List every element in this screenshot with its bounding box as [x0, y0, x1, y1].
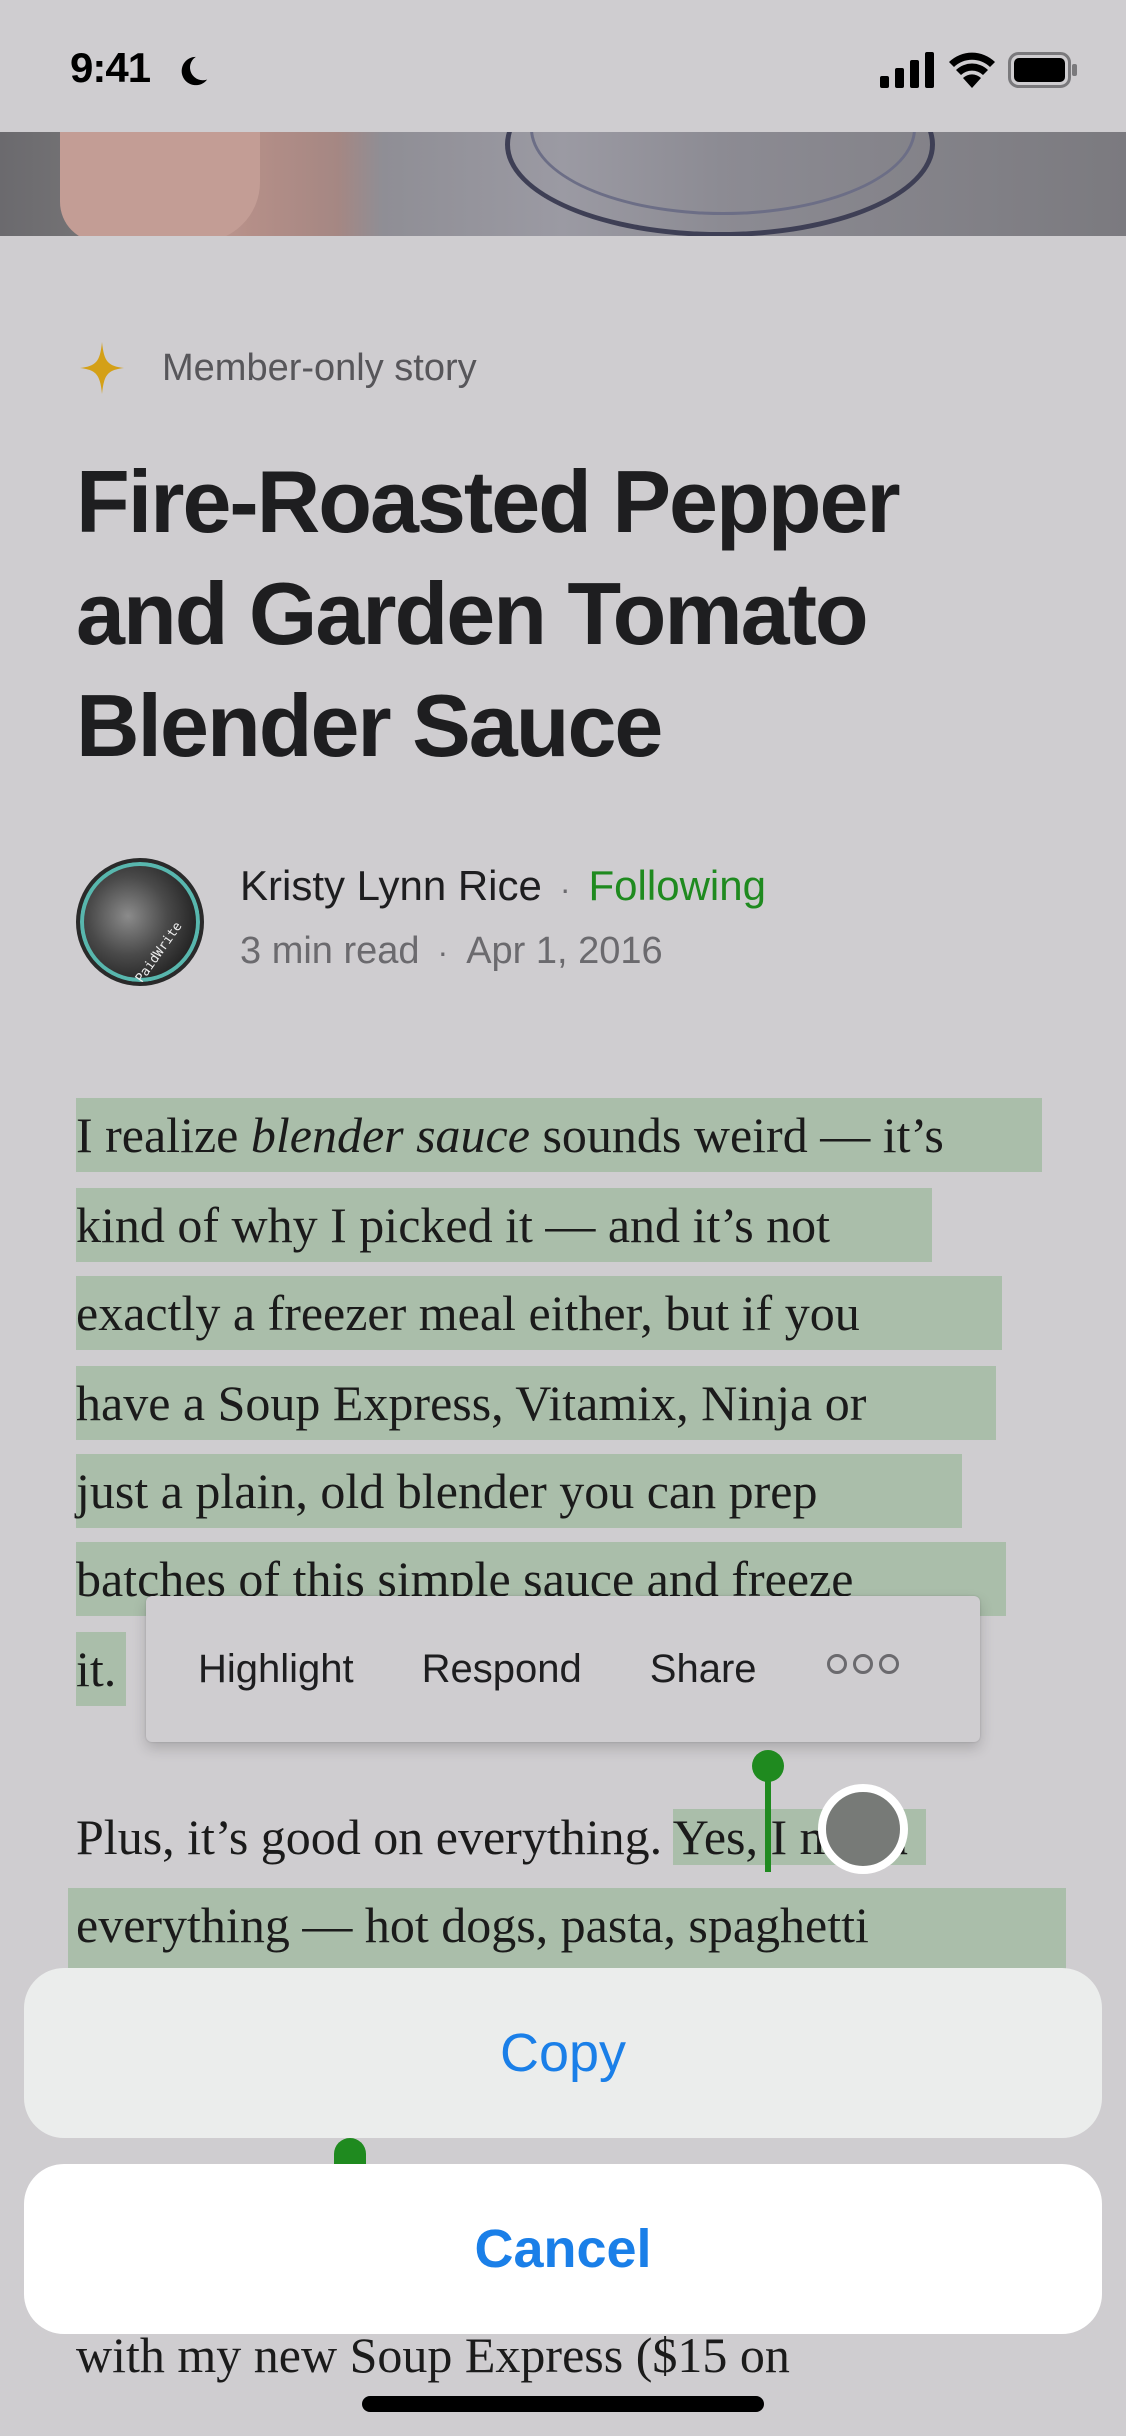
author-name[interactable]: Kristy Lynn Rice [240, 862, 542, 910]
wifi-icon [949, 52, 995, 88]
hero-bowl [505, 132, 935, 236]
text-line-selected[interactable]: exactly a freezer meal either, but if yo… [76, 1276, 1002, 1350]
publish-date: Apr 1, 2016 [466, 930, 663, 972]
emphasis-text: blender sauce [250, 1107, 530, 1163]
text-line-selected[interactable]: it. [76, 1632, 126, 1706]
author-byline: PaidWrite Kristy Lynn Rice · Following 3… [76, 858, 766, 986]
member-star-icon [80, 342, 124, 394]
text-line-selected[interactable]: just a plain, old blender you can prep [76, 1454, 962, 1528]
copy-button[interactable]: Copy [24, 1968, 1102, 2138]
touch-indicator [818, 1784, 908, 1874]
selection-menu: Highlight Respond Share [146, 1596, 980, 1742]
separator-dot: · [437, 934, 449, 970]
hero-image [0, 132, 1126, 236]
selection-start-handle[interactable] [752, 1750, 784, 1782]
text-line-selected[interactable]: kind of why I picked it — and it’s not [76, 1188, 932, 1262]
separator-dot: · [559, 871, 571, 907]
selection-start-handle-bar[interactable] [765, 1776, 771, 1872]
battery-icon [1008, 52, 1077, 88]
status-bar: 9:41 [0, 0, 1126, 132]
share-button[interactable]: Share [650, 1647, 757, 1692]
text-line-selected[interactable]: I realize blender sauce sounds weird — i… [76, 1098, 1042, 1172]
member-only-badge: Member-only story [78, 340, 477, 396]
more-options-icon[interactable] [826, 1654, 899, 1674]
article-title: Fire-Roasted Pepper and Garden Tomato Bl… [76, 452, 901, 775]
status-time: 9:41 [70, 44, 151, 91]
hero-hand [60, 132, 260, 236]
member-only-label: Member-only story [162, 346, 477, 389]
home-indicator[interactable] [362, 2396, 764, 2412]
highlight-button[interactable]: Highlight [198, 1647, 354, 1692]
read-time: 3 min read [240, 930, 420, 972]
text-line-selected[interactable]: have a Soup Express, Vitamix, Ninja or [76, 1366, 996, 1440]
avatar-watermark: PaidWrite [132, 919, 186, 986]
respond-button[interactable]: Respond [422, 1647, 582, 1692]
text-line[interactable]: Plus, it’s good on everything. Yes, I me… [76, 1800, 926, 1874]
cellular-signal-icon [880, 52, 934, 88]
following-button[interactable]: Following [589, 862, 766, 910]
moon-icon [181, 56, 208, 86]
cancel-button[interactable]: Cancel [24, 2164, 1102, 2334]
author-avatar[interactable]: PaidWrite [76, 858, 204, 986]
